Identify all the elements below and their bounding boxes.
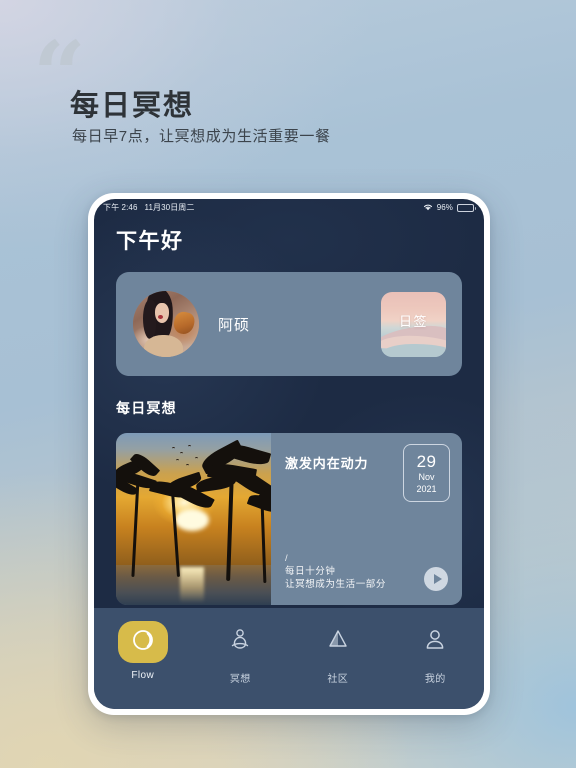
battery-percent: 96% xyxy=(436,203,453,212)
avatar[interactable] xyxy=(133,291,199,357)
profile-card[interactable]: 阿硕 日签 xyxy=(116,272,462,376)
profile-person-icon xyxy=(422,627,448,658)
page-subtitle: 每日早7点，让冥想成为生活重要一餐 xyxy=(72,128,331,145)
daily-sign-label: 日签 xyxy=(398,313,428,329)
tab-flow[interactable]: Flow xyxy=(94,621,192,681)
greeting-text: 下午好 xyxy=(116,230,184,253)
sunset-palm-photo xyxy=(116,433,271,605)
status-bar: 下午 2:46 11月30日周二 96% xyxy=(94,199,484,216)
tab-label-meditation: 冥想 xyxy=(229,674,251,685)
meditation-subtitle: / 每日十分钟 让冥想成为生活一部分 xyxy=(285,552,386,591)
community-gem-icon xyxy=(325,627,351,658)
status-date: 11月30日周二 xyxy=(144,203,195,212)
meditation-info: 激发内在动力 29 Nov 2021 / 每日十分钟 让冥想成为生活一部分 xyxy=(271,433,462,605)
tab-label-flow: Flow xyxy=(131,670,155,681)
tab-profile[interactable]: 我的 xyxy=(387,621,485,685)
date-badge: 29 Nov 2021 xyxy=(403,444,450,502)
meditation-sub-line: / xyxy=(285,553,289,564)
tab-bar: Flow 冥想 社区 我的 xyxy=(94,608,484,709)
play-button[interactable] xyxy=(424,567,448,591)
meditation-sub-line: 让冥想成为生活一部分 xyxy=(285,579,387,590)
status-time: 下午 2:46 xyxy=(103,203,138,212)
meditation-card[interactable]: 激发内在动力 29 Nov 2021 / 每日十分钟 让冥想成为生活一部分 xyxy=(116,433,462,605)
flow-circle-icon xyxy=(130,627,156,658)
wifi-icon xyxy=(423,203,433,213)
device-screen: 下午 2:46 11月30日周二 96% 下午好 阿硕 日签 每日冥想 激发内在… xyxy=(94,199,484,709)
meditation-icon xyxy=(227,627,253,658)
meditation-sub-line: 每日十分钟 xyxy=(285,566,336,577)
date-month: Nov xyxy=(418,471,435,482)
page-title: 每日冥想 xyxy=(70,90,195,122)
date-day: 29 xyxy=(416,451,437,471)
section-title: 每日冥想 xyxy=(116,400,177,416)
tab-community[interactable]: 社区 xyxy=(289,621,387,685)
date-year: 2021 xyxy=(416,483,437,494)
device-frame: 下午 2:46 11月30日周二 96% 下午好 阿硕 日签 每日冥想 激发内在… xyxy=(88,193,490,715)
tab-label-community: 社区 xyxy=(327,674,349,685)
tab-meditation[interactable]: 冥想 xyxy=(192,621,290,685)
poster-page: “ 每日冥想 每日早7点，让冥想成为生活重要一餐 下午 2:46 11月30日周… xyxy=(0,0,576,768)
daily-sign-button[interactable]: 日签 xyxy=(381,291,446,357)
tab-label-profile: 我的 xyxy=(424,674,446,685)
username-label: 阿硕 xyxy=(218,316,251,334)
play-icon xyxy=(433,574,442,584)
app-main: 下午好 阿硕 日签 每日冥想 激发内在动力 29 Nov 2021 / 每日十分… xyxy=(94,225,484,605)
battery-icon xyxy=(457,203,476,212)
